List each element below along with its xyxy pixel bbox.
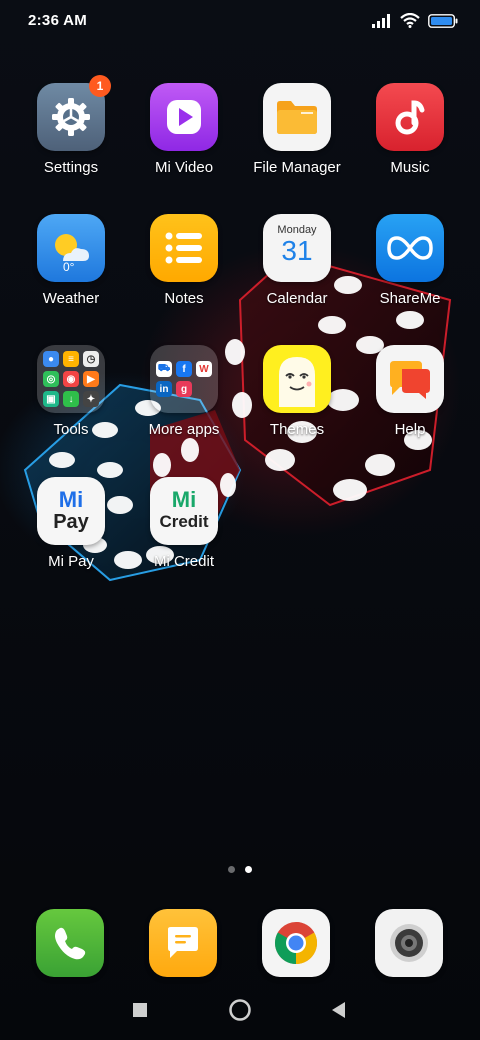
app-label: File Manager [253, 159, 341, 176]
page-dot-1[interactable] [228, 866, 235, 873]
app-weather[interactable]: 0° Weather [16, 214, 126, 307]
app-label: Settings [43, 159, 99, 176]
infinity-icon [376, 214, 444, 282]
signal-icon [372, 13, 390, 28]
app-shareme[interactable]: ShareMe [355, 214, 465, 307]
shopping-cart-mini-icon: ⛟ [156, 361, 172, 377]
app-label: Notes [164, 290, 204, 307]
calendar-date: 31 [281, 235, 313, 266]
app-label: Tools [53, 421, 89, 438]
dock-messaging-button[interactable] [149, 909, 217, 977]
scanner-mini-icon: ▣ [43, 391, 59, 407]
app-settings[interactable]: 1 Settings [16, 75, 126, 176]
screen-recorder-mini-icon: ▶ [83, 371, 99, 387]
weather-temp: 0° [63, 260, 75, 274]
app-label: Calendar [266, 290, 328, 307]
security-mini-icon: ◎ [43, 371, 59, 387]
recorder-mini-icon: ◉ [63, 371, 79, 387]
square-icon [133, 1003, 147, 1017]
app-label: Mi Video [154, 159, 214, 176]
back-triangle-icon [332, 1002, 345, 1018]
app-file-manager[interactable]: File Manager [242, 83, 352, 176]
tools-folder-icon: ● ≡ ◷ ◎ ◉ ▶ ▣ ↓ ✦ [37, 345, 105, 413]
app-label: Themes [269, 421, 325, 438]
app-more-apps-folder[interactable]: ⛟ f W in g More apps [129, 345, 239, 438]
status-icons [372, 13, 458, 28]
downloads-mini-icon: ↓ [63, 391, 79, 407]
app-label: ShareMe [379, 290, 441, 307]
circle-icon [229, 999, 251, 1021]
app-mi-pay[interactable]: Mi Pay Mi Pay [16, 477, 126, 570]
mi-pay-logo-pay: Pay [53, 511, 89, 533]
getapps-mini-icon: g [176, 381, 192, 397]
clock-mini-icon: ◷ [83, 351, 99, 367]
dock-camera-button[interactable] [375, 909, 443, 977]
linkedin-mini-icon: in [156, 381, 172, 397]
wps-mini-icon: W [196, 361, 212, 377]
back-button[interactable] [318, 990, 358, 1030]
app-themes[interactable]: Themes [242, 345, 352, 438]
app-tools-folder[interactable]: ● ≡ ◷ ◎ ◉ ▶ ▣ ↓ ✦ Tools [16, 345, 126, 438]
messaging-icon [168, 927, 198, 958]
status-time: 2:36 AM [28, 12, 88, 29]
app-notes[interactable]: Notes [129, 214, 239, 307]
gear-icon [52, 98, 90, 136]
navigation-bar [0, 990, 480, 1040]
mi-credit-logo-credit: Credit [159, 512, 209, 531]
app-calendar[interactable]: Monday 31 Calendar [242, 214, 352, 307]
app-label: Weather [42, 290, 100, 307]
compass-mini-icon: ✦ [83, 391, 99, 407]
facebook-mini-icon: f [176, 361, 192, 377]
mi-pay-icon: Mi Pay [37, 477, 105, 545]
mi-pay-logo-mi: Mi [58, 487, 84, 512]
page-dot-2-active[interactable] [245, 866, 252, 873]
mi-credit-logo-mi: Mi [171, 487, 197, 512]
notification-badge: 1 [89, 75, 111, 97]
contacts-mini-icon: ● [43, 351, 59, 367]
chrome-icon [274, 922, 318, 964]
app-help[interactable]: Help [355, 345, 465, 438]
calendar-icon: Monday 31 [263, 214, 331, 282]
settings-icon: 1 [37, 75, 111, 151]
camera-icon [390, 924, 428, 962]
music-note-icon [376, 83, 444, 151]
wifi-icon [400, 13, 420, 28]
notes-list-icon [150, 214, 218, 282]
empty-slot [196, 381, 212, 397]
app-label: Mi Credit [153, 553, 214, 570]
dock-phone-button[interactable] [36, 909, 104, 977]
video-play-icon [150, 83, 218, 151]
themes-face-icon [263, 345, 331, 413]
notes-mini-icon: ≡ [63, 351, 79, 367]
more-apps-folder-icon: ⛟ f W in g [150, 345, 218, 413]
recents-button[interactable] [120, 990, 160, 1030]
app-mi-credit[interactable]: Mi Credit Mi Credit [129, 477, 239, 570]
weather-icon: 0° [37, 214, 105, 282]
status-bar: 2:36 AM [0, 0, 480, 44]
phone-icon [55, 927, 86, 960]
home-button[interactable] [220, 990, 260, 1030]
mi-credit-icon: Mi Credit [150, 477, 218, 545]
app-mi-video[interactable]: Mi Video [129, 83, 239, 176]
app-music[interactable]: Music [355, 83, 465, 176]
page-indicator [0, 866, 480, 873]
app-label: Mi Pay [48, 553, 94, 570]
app-label: More apps [148, 421, 220, 438]
app-label: Help [394, 421, 426, 438]
app-label: Music [390, 159, 430, 176]
battery-icon [428, 13, 458, 28]
dock-chrome-button[interactable] [262, 909, 330, 977]
folder-icon [263, 83, 331, 151]
feedback-chat-icon [376, 345, 444, 413]
